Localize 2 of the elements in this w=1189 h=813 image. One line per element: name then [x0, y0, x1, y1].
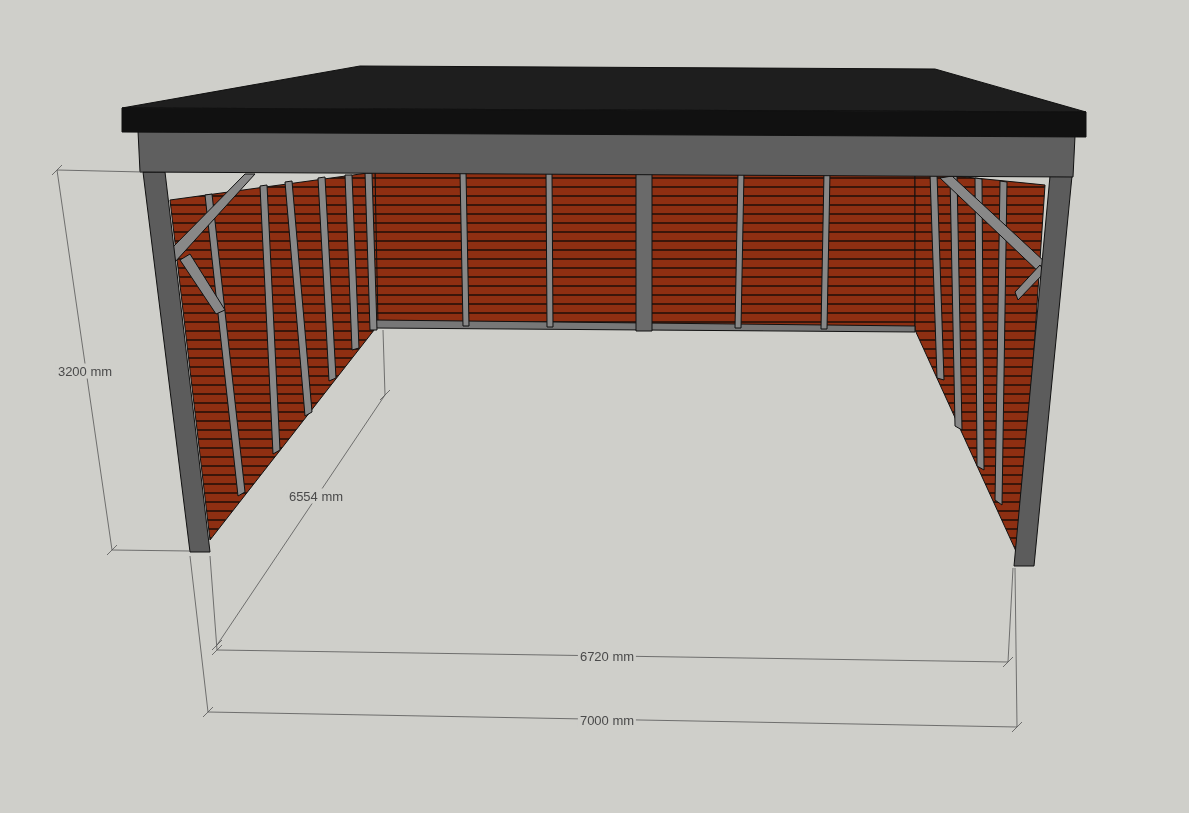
dimension-label: 6554 mm — [286, 488, 346, 504]
dimension-label: 3200 mm — [55, 363, 115, 379]
